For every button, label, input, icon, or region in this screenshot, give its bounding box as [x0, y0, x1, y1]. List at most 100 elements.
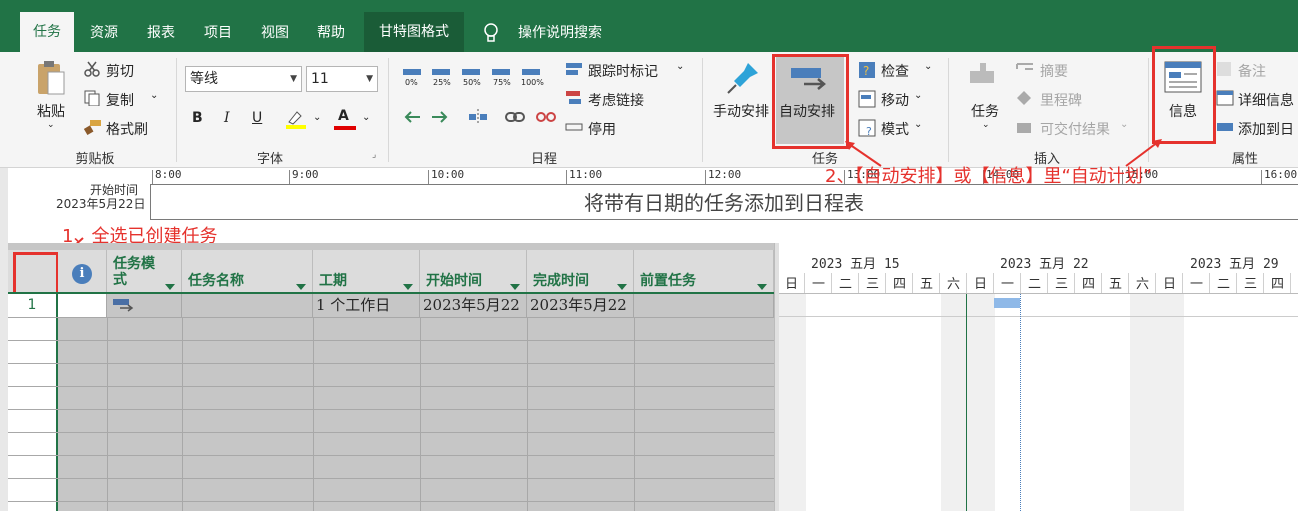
percent-75-icon[interactable]	[492, 69, 510, 75]
filter-arrow-icon[interactable]	[757, 284, 767, 290]
lightbulb-icon	[483, 22, 499, 44]
insert-task-dropdown-icon[interactable]: ⌄	[982, 120, 990, 130]
tab-view[interactable]: 视图	[251, 14, 299, 52]
grid-row-line	[8, 432, 774, 433]
underline-button[interactable]: U	[252, 110, 262, 126]
gantt-day-label: 二	[1211, 273, 1237, 293]
column-header-start[interactable]: 开始时间	[420, 250, 527, 294]
highlight-color-icon[interactable]	[285, 108, 307, 134]
filter-arrow-icon[interactable]	[403, 284, 413, 290]
row-duration-cell[interactable]: 1 个工作日	[313, 294, 420, 317]
row-id[interactable]: 1	[8, 294, 56, 317]
notes-button[interactable]: 备注	[1238, 61, 1266, 81]
column-header-finish-label: 完成时间	[533, 273, 589, 289]
move-dropdown-icon[interactable]: ⌄	[914, 90, 922, 101]
gantt-task-bar[interactable]	[994, 298, 1020, 308]
auto-schedule-icon	[113, 299, 134, 312]
row-mode-cell[interactable]	[107, 294, 182, 317]
deliverable-dropdown-icon[interactable]: ⌄	[1120, 119, 1128, 130]
column-header-duration[interactable]: 工期	[313, 250, 420, 294]
column-header-finish[interactable]: 完成时间	[527, 250, 634, 294]
inspect-button[interactable]: 检查	[881, 61, 909, 81]
timeline-tick-mark	[566, 170, 567, 184]
search-box[interactable]: 操作说明搜索	[510, 14, 610, 52]
clipboard-group-label: 剪贴板	[75, 152, 115, 167]
unlink-icon[interactable]	[536, 108, 556, 130]
tab-report[interactable]: 报表	[137, 14, 185, 52]
info-icon: i	[72, 264, 92, 284]
timeline-start-date: 2023年5月22日	[56, 197, 146, 211]
row-finish-cell[interactable]: 2023年5月22	[527, 294, 634, 317]
track-mark-button[interactable]: 跟踪时标记	[588, 61, 658, 81]
font-dialog-launcher-icon[interactable]: ⌟	[372, 150, 376, 160]
track-mark-dropdown-icon[interactable]: ⌄	[676, 61, 684, 72]
gantt-project-start-line	[966, 294, 967, 511]
milestone-button[interactable]: 里程碑	[1040, 90, 1082, 110]
row-name-cell[interactable]	[182, 294, 313, 317]
inspect-dropdown-icon[interactable]: ⌄	[924, 61, 932, 72]
gantt-day-label: 二	[833, 273, 859, 293]
deliverable-button[interactable]: 可交付结果	[1040, 119, 1110, 139]
font-size-select[interactable]: 11 ▼	[306, 66, 378, 92]
row-start-cell[interactable]: 2023年5月22	[420, 294, 527, 317]
insert-task-button[interactable]: 任务	[971, 101, 999, 121]
add-to-timeline-button[interactable]: 添加到日	[1238, 119, 1294, 139]
tab-gantt-format[interactable]: 甘特图格式	[364, 12, 464, 52]
tab-help[interactable]: 帮助	[307, 14, 355, 52]
svg-text:?: ?	[866, 125, 872, 137]
column-header-mode[interactable]: 任务模式	[107, 250, 182, 294]
gantt-day-label: 四	[887, 273, 913, 293]
font-color-button[interactable]: A	[338, 108, 349, 124]
gantt-week-label: 2023 五月 22	[1000, 257, 1089, 272]
manual-schedule-button[interactable]: 手动安排	[713, 101, 769, 121]
tab-project[interactable]: 项目	[194, 14, 242, 52]
format-painter-button[interactable]: 格式刷	[106, 119, 148, 139]
outdent-icon[interactable]	[402, 108, 422, 130]
font-name-select[interactable]: 等线 ▼	[185, 66, 302, 92]
indent-icon[interactable]	[430, 108, 450, 130]
column-header-info[interactable]: i	[58, 250, 107, 294]
gantt-day-label: 四	[1076, 273, 1102, 293]
mode-dropdown-icon[interactable]: ⌄	[914, 119, 922, 130]
add-to-timeline-icon	[1216, 119, 1234, 139]
font-color-dropdown-icon[interactable]: ⌄	[362, 112, 370, 123]
bold-button[interactable]: B	[192, 110, 203, 126]
column-header-name-label: 任务名称	[188, 273, 244, 289]
percent-50-icon[interactable]	[462, 69, 480, 75]
percent-0-icon[interactable]	[403, 69, 421, 75]
filter-arrow-icon[interactable]	[510, 284, 520, 290]
copy-button[interactable]: 复制	[106, 90, 134, 110]
summary-button[interactable]: 摘要	[1040, 61, 1068, 81]
italic-button[interactable]: I	[224, 110, 230, 126]
link-icon[interactable]	[505, 108, 525, 130]
filter-arrow-icon[interactable]	[617, 284, 627, 290]
split-task-icon[interactable]	[468, 108, 488, 130]
copy-dropdown-icon[interactable]: ⌄	[150, 90, 158, 101]
move-button[interactable]: 移动	[881, 90, 909, 110]
grid-column-line	[634, 317, 635, 511]
row-info-cell[interactable]	[58, 294, 107, 317]
respect-links-button[interactable]: 考虑链接	[588, 90, 644, 110]
highlight-dropdown-icon[interactable]: ⌄	[313, 112, 321, 123]
move-icon	[858, 90, 876, 112]
inactivate-button[interactable]: 停用	[588, 119, 616, 139]
paste-dropdown-icon[interactable]: ⌄	[47, 120, 55, 130]
tab-task[interactable]: 任务	[20, 12, 74, 52]
grid-column-line	[107, 317, 108, 511]
percent-25-icon[interactable]	[432, 69, 450, 75]
cut-button[interactable]: 剪切	[106, 61, 134, 81]
tab-resource[interactable]: 资源	[80, 14, 128, 52]
row-pred-cell[interactable]	[634, 294, 774, 317]
column-header-name[interactable]: 任务名称	[182, 250, 313, 294]
column-header-predecessors[interactable]: 前置任务	[634, 250, 774, 294]
group-separator	[388, 58, 389, 162]
filter-arrow-icon[interactable]	[296, 284, 306, 290]
mode-button[interactable]: 模式	[881, 119, 909, 139]
percent-100-icon[interactable]	[522, 69, 540, 75]
column-header-duration-label: 工期	[319, 273, 347, 289]
grid-column-line	[182, 317, 183, 511]
paste-button[interactable]: 粘贴	[37, 101, 65, 121]
filter-arrow-icon[interactable]	[165, 284, 175, 290]
details-button[interactable]: 详细信息	[1238, 90, 1294, 110]
grid-row-line	[8, 386, 774, 387]
